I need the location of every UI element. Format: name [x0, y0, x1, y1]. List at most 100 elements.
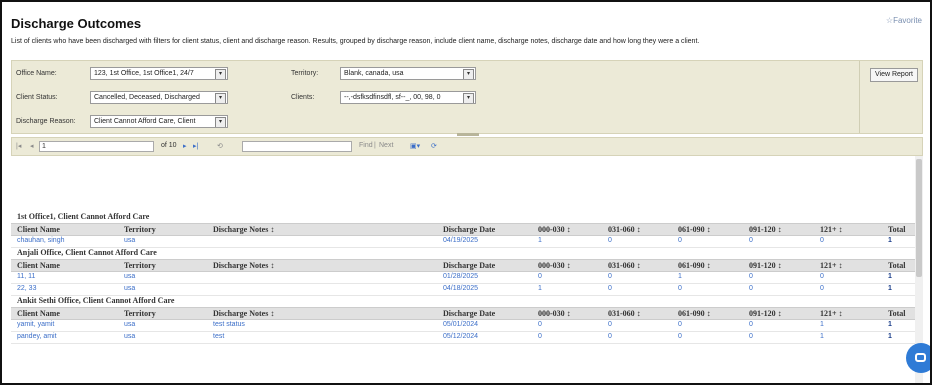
favorite-link[interactable]: ☆Favorite [886, 16, 922, 25]
cell-bucket-000-030[interactable]: 1 [538, 237, 542, 244]
column-header-bucket-031-060[interactable]: 031-060 ↕ [608, 261, 641, 270]
page-number-input[interactable]: 1 [39, 141, 154, 152]
cell-bucket-121-plus[interactable]: 1 [820, 333, 824, 340]
column-header-bucket-000-030[interactable]: 000-030 ↕ [538, 309, 571, 318]
view-report-button[interactable]: View Report [869, 68, 918, 82]
cell-bucket-000-030[interactable]: 0 [538, 333, 542, 340]
cell-bucket-121-plus[interactable]: 1 [820, 321, 824, 328]
cell-bucket-121-plus[interactable]: 0 [820, 273, 824, 280]
cell-discharge-date[interactable]: 05/12/2024 [443, 333, 478, 340]
column-header-bucket-061-090[interactable]: 061-090 ↕ [678, 225, 711, 234]
cell-bucket-121-plus[interactable]: 0 [820, 285, 824, 292]
cell-bucket-031-060[interactable]: 0 [608, 333, 612, 340]
column-header-bucket-031-060[interactable]: 031-060 ↕ [608, 309, 641, 318]
toolbar-separator: | [374, 142, 376, 149]
first-page-icon[interactable]: |◂ [16, 142, 21, 150]
reason-select[interactable]: Client Cannot Afford Care, Client ▾ [90, 115, 228, 128]
back-icon[interactable]: ⟲ [217, 142, 223, 150]
collapse-handle[interactable] [457, 133, 479, 136]
cell-bucket-031-060[interactable]: 0 [608, 237, 612, 244]
page-count: of 10 [161, 142, 177, 149]
cell-bucket-000-030[interactable]: 0 [538, 321, 542, 328]
cell-bucket-061-090[interactable]: 0 [678, 285, 682, 292]
clients-select[interactable]: --,-dsfksdfinsdfl, sf--_, 00, 98, 0 ▾ [340, 91, 476, 104]
report-toolbar: |◂ ◂ 1 of 10 ▸ ▸| ⟲ Find | Next ▣▾ ⟳ [11, 137, 923, 156]
dropdown-icon[interactable]: ▾ [215, 69, 226, 79]
cell-bucket-061-090[interactable]: 1 [678, 273, 682, 280]
cell-bucket-000-030[interactable]: 0 [538, 273, 542, 280]
column-header-bucket-000-030[interactable]: 000-030 ↕ [538, 261, 571, 270]
table-row: pandey, amit usa test 05/12/2024 0 0 0 0 1 1 [11, 332, 915, 344]
column-header-bucket-091-120[interactable]: 091-120 ↕ [749, 261, 782, 270]
column-header-bucket-091-120[interactable]: 091-120 ↕ [749, 309, 782, 318]
group-title: 1st Office1, Client Cannot Afford Care [17, 212, 150, 221]
refresh-icon[interactable]: ⟳ [431, 142, 437, 150]
column-header-discharge-notes[interactable]: Discharge Notes ↕ [213, 225, 274, 234]
column-header-bucket-000-030[interactable]: 000-030 ↕ [538, 225, 571, 234]
cell-bucket-031-060[interactable]: 0 [608, 273, 612, 280]
cell-bucket-091-120[interactable]: 0 [749, 285, 753, 292]
cell-client-name[interactable]: chauhan, singh [17, 237, 64, 244]
cell-total[interactable]: 1 [888, 321, 892, 328]
cell-discharge-date[interactable]: 05/01/2024 [443, 321, 478, 328]
column-header-bucket-031-060[interactable]: 031-060 ↕ [608, 225, 641, 234]
cell-total[interactable]: 1 [888, 333, 892, 340]
column-header-bucket-121-plus[interactable]: 121+ ↕ [820, 225, 843, 234]
column-header-total: Total [888, 225, 906, 234]
column-header-bucket-121-plus[interactable]: 121+ ↕ [820, 261, 843, 270]
cell-client-name[interactable]: 22, 33 [17, 285, 36, 292]
cell-total[interactable]: 1 [888, 237, 892, 244]
dropdown-icon[interactable]: ▾ [463, 93, 474, 103]
column-header-bucket-061-090[interactable]: 061-090 ↕ [678, 309, 711, 318]
export-icon[interactable]: ▣▾ [410, 142, 420, 150]
column-header-discharge-notes[interactable]: Discharge Notes ↕ [213, 261, 274, 270]
cell-client-name[interactable]: yamit, yamit [17, 321, 54, 328]
cell-bucket-061-090[interactable]: 0 [678, 321, 682, 328]
dropdown-icon[interactable]: ▾ [215, 93, 226, 103]
find-link[interactable]: Find [359, 142, 373, 149]
column-header-bucket-061-090[interactable]: 061-090 ↕ [678, 261, 711, 270]
dropdown-icon[interactable]: ▾ [463, 69, 474, 79]
cell-bucket-031-060[interactable]: 0 [608, 285, 612, 292]
cell-total[interactable]: 1 [888, 273, 892, 280]
cell-discharge-date[interactable]: 01/28/2025 [443, 273, 478, 280]
cell-bucket-091-120[interactable]: 0 [749, 321, 753, 328]
find-input[interactable] [242, 141, 352, 152]
cell-bucket-121-plus[interactable]: 0 [820, 237, 824, 244]
cell-total[interactable]: 1 [888, 285, 892, 292]
cell-territory: usa [124, 321, 136, 328]
cell-client-name[interactable]: 11, 11 [17, 273, 35, 280]
table-row: 22, 33 usa 04/18/2025 1 0 0 0 0 1 [11, 284, 915, 296]
previous-page-icon[interactable]: ◂ [30, 142, 34, 150]
favorite-label: Favorite [893, 16, 922, 25]
scrollbar-thumb[interactable] [916, 159, 922, 277]
status-select[interactable]: Cancelled, Deceased, Discharged ▾ [90, 91, 228, 104]
cell-bucket-061-090[interactable]: 0 [678, 333, 682, 340]
page-description: List of clients who have been discharged… [11, 38, 700, 45]
dropdown-icon[interactable]: ▾ [215, 117, 226, 127]
table-header: Client Name Territory Discharge Notes ↕ Dis… [11, 259, 915, 272]
reason-label: Discharge Reason: [16, 118, 76, 125]
cell-bucket-061-090[interactable]: 0 [678, 237, 682, 244]
column-header-total: Total [888, 261, 906, 270]
table-header: Client Name Territory Discharge Notes ↕ Dis… [11, 223, 915, 236]
territory-select[interactable]: Blank, canada, usa ▾ [340, 67, 476, 80]
office-select[interactable]: 123, 1st Office, 1st Office1, 24/7 ▾ [90, 67, 228, 80]
column-header-bucket-091-120[interactable]: 091-120 ↕ [749, 225, 782, 234]
cell-bucket-091-120[interactable]: 0 [749, 237, 753, 244]
cell-client-name[interactable]: pandey, amit [17, 333, 57, 340]
cell-bucket-091-120[interactable]: 0 [749, 333, 753, 340]
last-page-icon[interactable]: ▸| [193, 142, 198, 150]
cell-bucket-000-030[interactable]: 1 [538, 285, 542, 292]
column-header-discharge-notes[interactable]: Discharge Notes ↕ [213, 309, 274, 318]
cell-discharge-notes: test status [213, 321, 245, 328]
chat-button[interactable] [906, 343, 930, 373]
cell-bucket-091-120[interactable]: 0 [749, 273, 753, 280]
cell-discharge-date[interactable]: 04/18/2025 [443, 285, 478, 292]
column-header-bucket-121-plus[interactable]: 121+ ↕ [820, 309, 843, 318]
next-link[interactable]: Next [379, 142, 393, 149]
next-page-icon[interactable]: ▸ [183, 142, 187, 150]
column-header-client-name: Client Name [17, 309, 60, 318]
cell-bucket-031-060[interactable]: 0 [608, 321, 612, 328]
cell-discharge-date[interactable]: 04/19/2025 [443, 237, 478, 244]
